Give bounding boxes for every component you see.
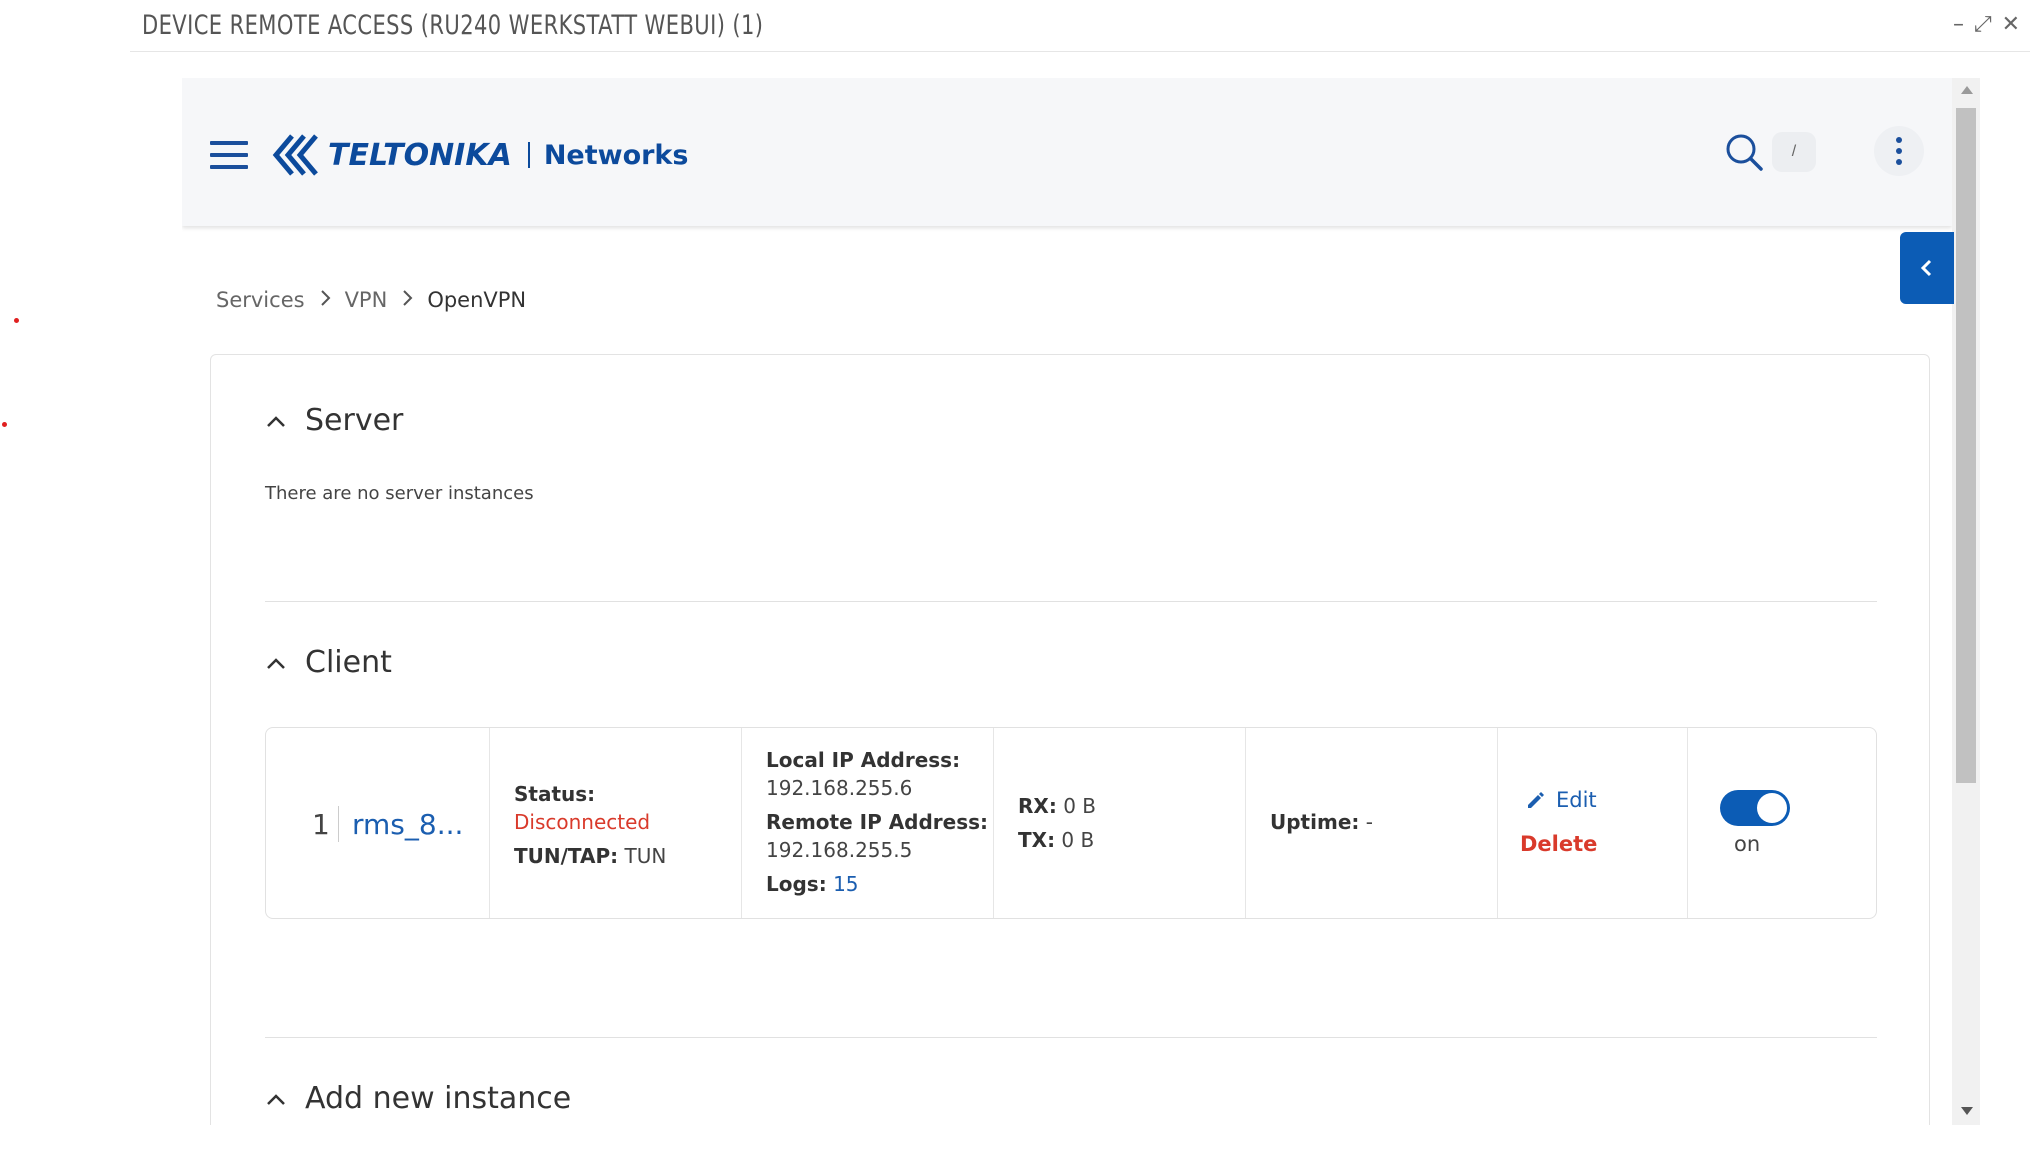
minimize-icon[interactable]: – <box>1953 14 1964 36</box>
status-label: Status: <box>514 782 596 806</box>
remote-ip-label: Remote IP Address: <box>766 810 989 834</box>
vertical-scrollbar[interactable] <box>1952 78 1980 1125</box>
edit-button[interactable]: Edit <box>1526 788 1597 812</box>
app-header: TELTONIKA Networks / <box>182 78 1952 226</box>
instance-name-cell: 1 rms_8... <box>266 728 490 918</box>
webui-frame: TELTONIKA Networks / Services VPN OpenVP… <box>182 78 1980 1125</box>
instance-traffic-cell: RX: 0 B TX: 0 B <box>994 728 1246 918</box>
side-panel-toggle[interactable] <box>1900 232 1954 304</box>
chevron-right-icon <box>319 288 331 312</box>
section-divider <box>265 601 1877 602</box>
teltonika-logo-mark <box>272 134 318 176</box>
instance-name-link[interactable]: rms_8... <box>352 808 463 841</box>
brand-name: TELTONIKA <box>328 137 512 173</box>
breadcrumb-openvpn: OpenVPN <box>427 288 527 312</box>
tuntap-info: TUN/TAP: TUN <box>514 844 667 868</box>
openvpn-content-card: Server There are no server instances Cli… <box>210 354 1930 1125</box>
search-icon[interactable] <box>1724 132 1764 172</box>
add-instance-section-title: Add new instance <box>305 1081 572 1116</box>
marker-dot <box>14 318 19 323</box>
logo-divider <box>527 142 530 168</box>
breadcrumb-services[interactable]: Services <box>216 288 305 312</box>
local-ip-label: Local IP Address: <box>766 748 961 772</box>
hamburger-menu-icon[interactable] <box>210 141 248 169</box>
scroll-up-arrow[interactable] <box>1961 86 1973 94</box>
client-instance-row: 1 rms_8... Status: Disconnected TUN/TAP:… <box>265 727 1877 919</box>
toggle-knob <box>1757 793 1787 823</box>
instance-index: 1 <box>312 808 330 841</box>
instance-toggle-cell: on <box>1688 728 1876 918</box>
add-instance-section-header[interactable]: Add new instance <box>265 1081 571 1116</box>
tx-info: TX: 0 B <box>1018 828 1095 852</box>
local-ip-value: 192.168.255.6 <box>766 776 913 800</box>
chevron-up-icon <box>267 657 285 669</box>
more-vertical-icon[interactable] <box>1874 126 1924 176</box>
teltonika-logo[interactable]: TELTONIKA Networks <box>270 130 688 180</box>
rx-info: RX: 0 B <box>1018 794 1096 818</box>
logs-count-link[interactable]: 15 <box>833 872 858 896</box>
edit-label: Edit <box>1556 788 1597 812</box>
window-title: DEVICE REMOTE ACCESS (RU240 WERKSTATT WE… <box>142 10 764 41</box>
toggle-state-label: on <box>1734 832 1761 856</box>
breadcrumb: Services VPN OpenVPN <box>216 288 526 312</box>
remote-ip-value: 192.168.255.5 <box>766 838 913 862</box>
server-section-title: Server <box>305 403 404 438</box>
uptime-info: Uptime: - <box>1270 810 1373 834</box>
maximize-icon[interactable]: ⤢ <box>1974 14 1992 36</box>
delete-button[interactable]: Delete <box>1520 832 1597 856</box>
client-section-header[interactable]: Client <box>265 645 392 680</box>
scroll-thumb[interactable] <box>1956 108 1976 783</box>
instance-status-cell: Status: Disconnected TUN/TAP: TUN <box>490 728 742 918</box>
section-divider <box>265 1037 1877 1038</box>
instance-enable-toggle[interactable] <box>1720 790 1790 826</box>
search-shortcut-badge: / <box>1772 132 1816 172</box>
chevron-up-icon <box>267 415 285 427</box>
instance-actions-cell: Edit Delete <box>1498 728 1688 918</box>
close-icon[interactable]: ✕ <box>2002 14 2020 36</box>
breadcrumb-vpn[interactable]: VPN <box>345 288 388 312</box>
no-server-instances-text: There are no server instances <box>265 483 534 504</box>
scroll-down-arrow[interactable] <box>1961 1107 1973 1115</box>
window-controls: – ⤢ ✕ <box>1953 14 2020 36</box>
instance-uptime-cell: Uptime: - <box>1246 728 1498 918</box>
window-title-bar: DEVICE REMOTE ACCESS (RU240 WERKSTATT WE… <box>130 0 2030 52</box>
client-section-title: Client <box>305 645 392 680</box>
status-value: Disconnected <box>514 810 651 834</box>
logs-info: Logs: 15 <box>766 872 859 896</box>
chevron-right-icon <box>401 288 413 312</box>
server-section-header[interactable]: Server <box>265 403 403 438</box>
brand-subtitle: Networks <box>543 139 689 171</box>
chevron-left-icon <box>1920 259 1932 277</box>
instance-ip-cell: Local IP Address: 192.168.255.6 Remote I… <box>742 728 994 918</box>
pencil-icon <box>1528 792 1544 808</box>
index-separator <box>338 806 339 842</box>
chevron-up-icon <box>267 1093 285 1105</box>
marker-dot <box>2 422 7 427</box>
